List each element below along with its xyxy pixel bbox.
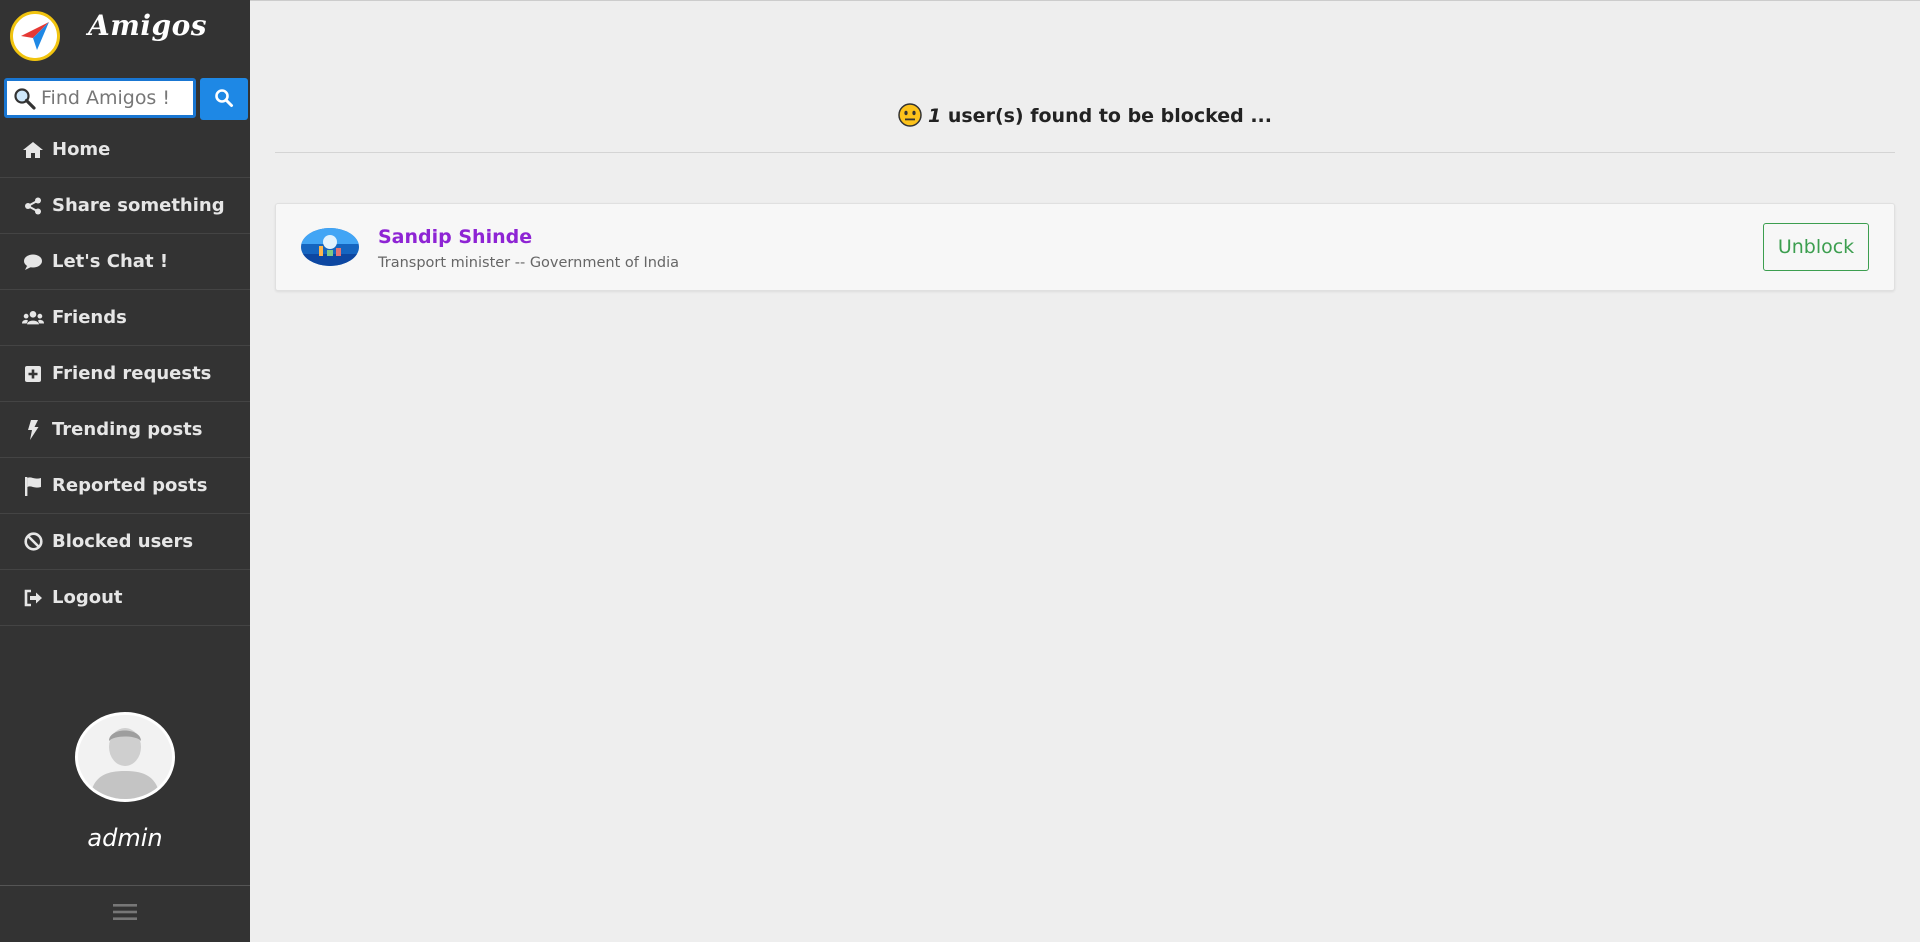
main-content: 1 user(s) found to be blocked ... Sandip…: [250, 0, 1920, 942]
search-bar: [4, 78, 248, 120]
users-icon: [22, 308, 44, 328]
divider: [275, 152, 1895, 153]
brand: Amigos: [0, 0, 250, 72]
blocked-user-name[interactable]: Sandip Shinde: [378, 226, 532, 248]
sidebar-item-label: Share something: [52, 195, 225, 216]
sidebar-item-label: Logout: [52, 587, 123, 608]
sidebar-item-label: Friends: [52, 307, 127, 328]
chat-icon: [22, 252, 44, 272]
sidebar-item-label: Reported posts: [52, 475, 208, 496]
search-input[interactable]: [41, 84, 191, 112]
sign-out-icon: [22, 588, 44, 608]
neutral-face-icon: [898, 103, 922, 127]
brand-logo[interactable]: [10, 11, 60, 61]
sidebar-item-friend-requests[interactable]: Friend requests: [0, 346, 250, 402]
headline-text: user(s) found to be blocked ...: [941, 105, 1272, 127]
sidebar-item-blocked[interactable]: Blocked users: [0, 514, 250, 570]
search-field[interactable]: [4, 78, 196, 118]
sidebar-item-trending[interactable]: Trending posts: [0, 402, 250, 458]
sidebar-item-logout[interactable]: Logout: [0, 570, 250, 626]
profile-panel: admin: [0, 712, 250, 852]
sidebar-item-label: Blocked users: [52, 531, 194, 552]
sidebar-item-home[interactable]: Home: [0, 122, 250, 178]
menu-toggle-icon[interactable]: [113, 902, 137, 926]
bolt-icon: [22, 419, 44, 440]
home-icon: [22, 140, 44, 160]
username: admin: [87, 824, 163, 852]
sidebar-item-friends[interactable]: Friends: [0, 290, 250, 346]
blocked-count: 1: [928, 105, 942, 127]
user-thumbnail[interactable]: [301, 228, 359, 266]
blocked-user-card: Sandip Shinde Transport minister -- Gove…: [275, 203, 1895, 291]
blocked-user-description: Transport minister -- Government of Indi…: [378, 255, 680, 271]
sidebar-footer: [0, 885, 250, 942]
sidebar-item-label: Trending posts: [52, 419, 203, 440]
plus-square-icon: [22, 364, 44, 384]
search-button[interactable]: [200, 78, 248, 120]
ban-icon: [22, 532, 44, 552]
sidebar: Amigos Home: [0, 0, 250, 942]
sidebar-item-label: Home: [52, 139, 111, 160]
share-icon: [22, 196, 44, 216]
brand-name: Amigos: [88, 9, 208, 42]
search-icon: [214, 88, 234, 111]
sidebar-item-reported[interactable]: Reported posts: [0, 458, 250, 514]
page-title: 1 user(s) found to be blocked ...: [250, 103, 1920, 127]
flag-icon: [22, 476, 44, 496]
sidebar-item-label: Let's Chat !: [52, 251, 169, 272]
magnifier-icon: [13, 87, 37, 111]
sidebar-item-label: Friend requests: [52, 363, 212, 384]
sidebar-item-chat[interactable]: Let's Chat !: [0, 234, 250, 290]
unblock-button[interactable]: Unblock: [1763, 223, 1869, 271]
sidebar-item-share[interactable]: Share something: [0, 178, 250, 234]
sidebar-nav: Home Share something Let's Chat ! Friend…: [0, 122, 250, 626]
avatar[interactable]: [75, 712, 175, 802]
